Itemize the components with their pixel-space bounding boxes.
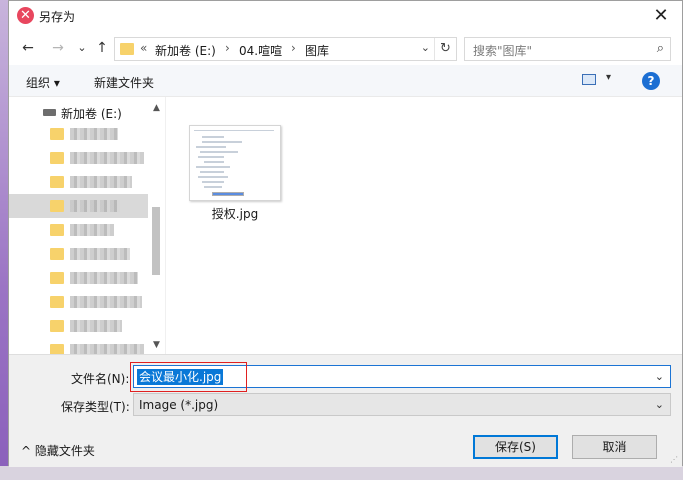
window-title: 另存为: [39, 10, 76, 24]
breadcrumb-drive[interactable]: 新加卷 (E:): [155, 42, 216, 59]
scroll-up-icon[interactable]: ▲: [148, 100, 165, 116]
folder-item[interactable]: [9, 314, 148, 338]
folder-icon: [120, 43, 134, 55]
search-icon[interactable]: ⌕: [657, 41, 664, 56]
forward-button[interactable]: →: [49, 39, 67, 57]
breadcrumb-separator[interactable]: ›: [291, 41, 296, 55]
breadcrumb-overflow[interactable]: «: [140, 41, 147, 55]
folder-icon: [50, 320, 64, 332]
chevron-down-icon[interactable]: ⌄: [655, 370, 664, 383]
folder-icon: [50, 296, 64, 308]
file-name: 授权.jpg: [211, 207, 259, 221]
new-folder-button[interactable]: 新建文件夹: [94, 74, 154, 91]
view-options-icon[interactable]: [582, 74, 596, 85]
folder-item[interactable]: [9, 266, 148, 290]
folder-icon: [50, 128, 64, 140]
chevron-down-icon[interactable]: ⌄: [655, 398, 664, 411]
address-bar[interactable]: « 新加卷 (E:) › 04.喧喧 › 图库 ⌄ ↻: [114, 37, 457, 61]
refresh-button[interactable]: ↻: [434, 38, 456, 60]
command-toolbar: 组织 ▾ 新建文件夹 ▾ ?: [9, 65, 682, 97]
folder-label-redacted: [70, 128, 118, 140]
folder-item[interactable]: [9, 218, 148, 242]
file-thumbnail: [189, 125, 281, 201]
help-icon[interactable]: ?: [642, 72, 660, 90]
filetype-select[interactable]: Image (*.jpg) ⌄: [133, 393, 671, 416]
hide-folders-toggle[interactable]: ^ 隐藏文件夹: [21, 442, 95, 459]
annotation-highlight-box: [130, 362, 247, 392]
breadcrumb-folder-1[interactable]: 04.喧喧: [239, 42, 282, 59]
breadcrumb-folder-2[interactable]: 图库: [305, 42, 329, 59]
filetype-value: Image (*.jpg): [139, 398, 219, 412]
folder-item[interactable]: [9, 170, 148, 194]
folder-item[interactable]: [9, 146, 148, 170]
title-bar: ✕ 另存为 ✕: [9, 1, 682, 31]
save-options-panel: 文件名(N): 会议最小化.jpg ⌄ 保存类型(T): Image (*.jp…: [9, 354, 682, 467]
up-button[interactable]: ↑: [93, 39, 111, 57]
folder-icon: [50, 176, 64, 188]
search-placeholder: 搜索"图库": [473, 44, 533, 58]
app-icon: ✕: [17, 7, 34, 24]
breadcrumb-separator[interactable]: ›: [225, 41, 230, 55]
navigation-pane: 新加卷 (E:) ▲ ▼: [9, 97, 165, 356]
organize-menu[interactable]: 组织 ▾: [26, 74, 60, 91]
close-button[interactable]: ✕: [650, 5, 672, 27]
navigation-bar: ← → ⌄ ↑ « 新加卷 (E:) › 04.喧喧 › 图库 ⌄ ↻ 搜索"图…: [9, 33, 682, 63]
folder-label-redacted: [70, 176, 132, 188]
folder-label-redacted: [70, 320, 122, 332]
save-as-dialog: ✕ 另存为 ✕ ← → ⌄ ↑ « 新加卷 (E:) › 04.喧喧 › 图库 …: [8, 0, 683, 467]
folder-item-selected[interactable]: [9, 194, 148, 218]
pane-divider[interactable]: [165, 97, 166, 354]
cancel-button[interactable]: 取消: [572, 435, 657, 459]
folder-label-redacted: [70, 200, 120, 212]
folder-icon: [50, 272, 64, 284]
folder-label-redacted: [70, 272, 138, 284]
scrollbar-thumb[interactable]: [152, 207, 160, 275]
resize-grip-icon[interactable]: ⋰: [670, 455, 680, 465]
navpane-scrollbar[interactable]: ▲ ▼: [148, 97, 165, 354]
scroll-down-icon[interactable]: ▼: [148, 337, 165, 353]
back-button[interactable]: ←: [19, 39, 37, 57]
address-dropdown-icon[interactable]: ⌄: [421, 41, 430, 54]
folder-item[interactable]: [9, 290, 148, 314]
search-box[interactable]: 搜索"图库" ⌕: [464, 37, 671, 61]
taskbar-strip: [0, 466, 683, 480]
folder-label-redacted: [70, 296, 142, 308]
view-dropdown-icon[interactable]: ▾: [606, 72, 611, 83]
folder-item[interactable]: [9, 338, 148, 356]
folder-label-redacted: [70, 248, 130, 260]
folder-icon: [50, 224, 64, 236]
filename-label: 文件名(N):: [71, 372, 130, 386]
recent-locations-button[interactable]: ⌄: [73, 39, 91, 57]
folder-icon: [50, 248, 64, 260]
folder-label-redacted: [70, 152, 144, 164]
filetype-label: 保存类型(T):: [61, 400, 130, 414]
folder-item[interactable]: [9, 242, 148, 266]
folder-label-redacted: [70, 224, 114, 236]
drive-icon: [43, 109, 56, 116]
folder-icon: [50, 200, 64, 212]
thumbnail-detail: [212, 192, 244, 196]
folder-icon: [50, 152, 64, 164]
folder-item[interactable]: [9, 122, 148, 146]
save-button[interactable]: 保存(S): [473, 435, 558, 459]
drive-label: 新加卷 (E:): [61, 107, 122, 121]
